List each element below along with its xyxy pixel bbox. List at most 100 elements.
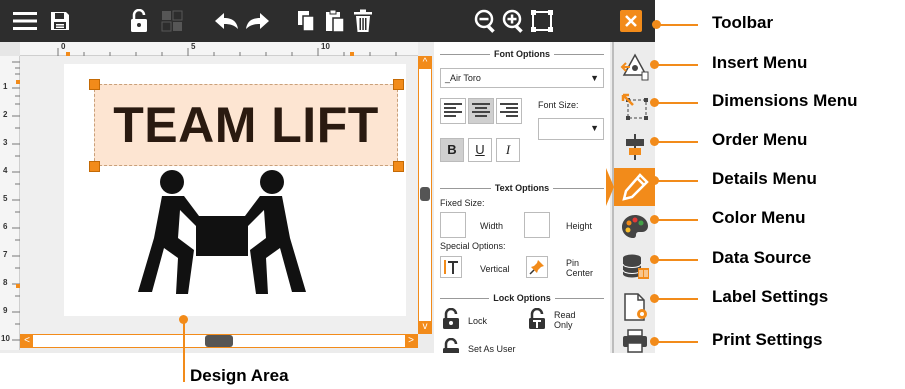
paste-icon[interactable]	[324, 6, 346, 36]
callout-line	[654, 102, 698, 104]
pin-center-label: Center	[566, 268, 594, 278]
dimensions-menu-button[interactable]	[614, 88, 655, 126]
data-source-button[interactable]	[614, 248, 655, 286]
align-right-button[interactable]	[496, 98, 522, 124]
color-menu-button[interactable]	[614, 208, 655, 246]
label-settings-icon	[623, 293, 647, 321]
close-button[interactable]	[620, 10, 642, 32]
grid-icon[interactable]	[160, 6, 184, 36]
text-object-content: TEAM LIFT	[113, 97, 379, 153]
resize-handle[interactable]	[393, 161, 404, 172]
read-only-button[interactable]	[526, 308, 548, 330]
vertical-label: Vertical	[480, 264, 510, 274]
label-settings-button[interactable]	[614, 288, 655, 326]
set-as-user-button[interactable]	[440, 338, 462, 353]
close-icon	[625, 15, 637, 27]
ruler-corner	[0, 42, 20, 56]
team-lift-image[interactable]	[132, 168, 312, 296]
insert-menu-button[interactable]	[614, 48, 655, 86]
bold-button[interactable]: B	[440, 138, 464, 162]
redo-icon[interactable]	[244, 6, 270, 36]
align-right-icon	[500, 103, 518, 117]
read-only-lock-icon	[529, 308, 545, 329]
order-icon	[625, 134, 644, 160]
read-only-label: Read	[554, 310, 576, 320]
scroll-thumb[interactable]	[420, 187, 430, 201]
side-menu	[606, 42, 655, 353]
label-canvas[interactable]: TEAM LIFT	[64, 64, 406, 316]
underline-button[interactable]: U	[468, 138, 492, 162]
text-object[interactable]: TEAM LIFT	[94, 84, 398, 166]
save-icon[interactable]	[48, 6, 72, 36]
design-area[interactable]: TEAM LIFT	[20, 56, 418, 334]
scroll-up-icon[interactable]: ^	[419, 57, 431, 69]
callout-line	[654, 219, 698, 221]
callout-line	[654, 259, 698, 261]
font-select[interactable]: _Air Toro ▼	[440, 68, 604, 88]
callout-design-area: Design Area	[190, 366, 289, 385]
horizontal-scrollbar[interactable]: < >	[20, 334, 418, 348]
callout-data-source: Data Source	[712, 248, 812, 267]
section-title: Font Options	[494, 49, 550, 59]
print-settings-button[interactable]	[614, 328, 655, 353]
ruler-top: 0 5 10	[20, 42, 418, 56]
height-label: Height	[566, 221, 593, 231]
scroll-down-icon[interactable]: v	[419, 321, 431, 333]
menu-icon[interactable]	[12, 6, 38, 36]
pin-icon	[529, 260, 544, 275]
callout-label-settings: Label Settings	[712, 287, 829, 306]
insert-icon	[620, 53, 648, 81]
toolbar	[0, 0, 655, 42]
callout-insert-menu: Insert Menu	[712, 53, 808, 72]
order-menu-button[interactable]	[614, 128, 655, 166]
height-checkbox[interactable]	[524, 212, 550, 238]
font-size-label: Font Size:	[538, 100, 579, 110]
callout-toolbar: Toolbar	[712, 13, 774, 32]
vertical-text-icon	[444, 260, 458, 274]
lock-button[interactable]	[440, 308, 462, 330]
dropdown-arrow-icon: ▼	[590, 73, 599, 83]
font-size-select[interactable]: ▼	[538, 118, 604, 140]
ruler-number: 5	[191, 42, 196, 51]
callout-color-menu: Color Menu	[712, 208, 806, 227]
resize-handle[interactable]	[393, 79, 404, 90]
zoom-in-icon[interactable]	[502, 6, 526, 36]
callout-line	[656, 24, 698, 26]
lock-options-header: Lock Options	[440, 292, 605, 304]
ruler-number: 4	[3, 166, 8, 175]
section-title: Text Options	[494, 183, 550, 193]
lock-label: Lock	[468, 316, 488, 326]
fit-icon[interactable]	[530, 6, 554, 36]
callout-line	[183, 320, 185, 382]
copy-icon[interactable]	[296, 6, 316, 36]
active-indicator	[606, 168, 614, 206]
pin-center-button[interactable]	[526, 256, 548, 278]
align-center-button[interactable]	[468, 98, 494, 124]
vertical-button[interactable]	[440, 256, 462, 278]
read-only-label: Only	[554, 320, 573, 330]
lock-icon	[443, 308, 459, 329]
callout-dimensions-menu: Dimensions Menu	[712, 91, 858, 110]
vertical-scrollbar[interactable]: ^ v	[418, 56, 432, 334]
scroll-left-icon[interactable]: <	[21, 335, 33, 347]
scroll-thumb[interactable]	[205, 335, 233, 347]
resize-handle[interactable]	[89, 79, 100, 90]
dimensions-icon	[621, 93, 648, 120]
align-left-button[interactable]	[440, 98, 466, 124]
ruler-number: 8	[3, 278, 8, 287]
width-checkbox[interactable]	[440, 212, 466, 238]
trash-icon[interactable]	[352, 6, 374, 36]
zoom-out-icon[interactable]	[474, 6, 498, 36]
ruler-number: 7	[3, 250, 8, 259]
unlock-icon[interactable]	[128, 6, 150, 36]
callout-line	[654, 141, 698, 143]
details-menu-button[interactable]	[606, 168, 655, 206]
resize-handle[interactable]	[89, 161, 100, 172]
set-as-user-label: Set As User	[468, 344, 516, 353]
scroll-right-icon[interactable]: >	[405, 335, 417, 347]
ruler-number: 1	[3, 82, 8, 91]
ruler-left: 1 2 3 4 5 6 7 8 9 10	[0, 56, 20, 350]
italic-button[interactable]: I	[496, 138, 520, 162]
undo-icon[interactable]	[214, 6, 240, 36]
section-title: Lock Options	[493, 293, 551, 303]
